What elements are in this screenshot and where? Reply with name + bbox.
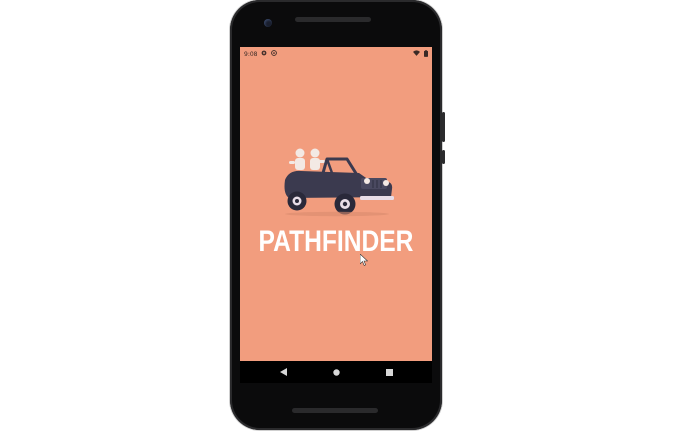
- back-icon[interactable]: [273, 362, 293, 382]
- status-right: [413, 49, 428, 59]
- status-left: 9:08: [244, 50, 278, 58]
- app-screen[interactable]: 9:08 PATHFINDER: [240, 47, 432, 361]
- settings-icon: [261, 50, 267, 58]
- mouse-cursor-icon: [359, 251, 369, 266]
- notification-icon: [271, 50, 278, 58]
- volume-button: [442, 112, 445, 142]
- status-bar: 9:08: [240, 47, 432, 61]
- front-camera: [264, 19, 272, 27]
- recents-icon[interactable]: [379, 362, 399, 382]
- nav-bar: [240, 361, 432, 383]
- bottom-speaker: [292, 408, 378, 413]
- wifi-icon: [413, 50, 420, 58]
- home-icon[interactable]: [326, 362, 346, 382]
- power-button: [442, 150, 445, 164]
- top-speaker: [295, 17, 371, 22]
- battery-icon: [424, 49, 428, 59]
- status-time: 9:08: [244, 50, 258, 58]
- app-title: PATHFINDER: [258, 225, 414, 258]
- jeep-logo-illustration: [275, 142, 400, 217]
